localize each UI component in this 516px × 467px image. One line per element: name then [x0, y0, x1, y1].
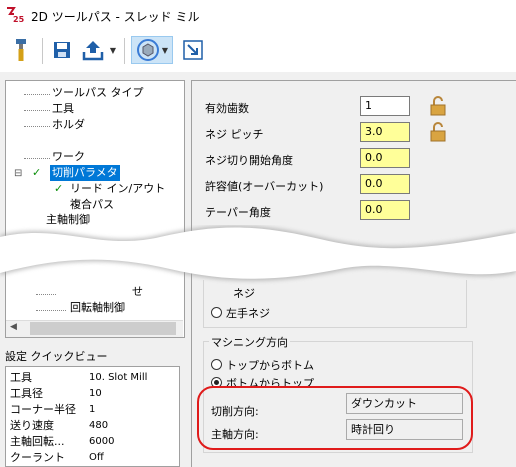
quick-view-value: 10 — [89, 388, 102, 399]
left-hand-label[interactable]: 左手ネジ — [226, 305, 270, 321]
quick-view-label: 工具 — [10, 371, 32, 384]
top-to-bottom-label[interactable]: トップからボトム — [226, 357, 314, 373]
toolbar-separator — [124, 38, 125, 64]
view-button[interactable]: ▼ — [131, 36, 173, 64]
lock-icon[interactable] — [430, 96, 446, 116]
quick-view-value: Off — [89, 452, 104, 463]
tolerance-field[interactable]: 0.0 — [360, 174, 410, 194]
top-to-bottom-radio[interactable] — [211, 359, 222, 370]
taper-angle-label: テーパー角度 — [205, 206, 271, 219]
toolbar-separator — [42, 38, 43, 64]
save-button[interactable] — [50, 36, 74, 64]
quick-view-label: コーナー半径 — [10, 403, 76, 416]
quick-view-value: 6000 — [89, 436, 115, 447]
tree-connector — [36, 310, 66, 311]
scroll-left-icon[interactable]: ◀ — [10, 322, 17, 332]
tree-item-lead-in-out[interactable]: リード イン/アウト — [70, 181, 165, 197]
left-hand-radio[interactable] — [211, 307, 222, 318]
quick-view-label: 送り速度 — [10, 419, 54, 432]
lock-icon[interactable] — [430, 122, 446, 142]
view-dropdown-chevron-icon[interactable]: ▼ — [162, 46, 168, 55]
tree-connector — [36, 294, 56, 295]
link-icon — [183, 40, 203, 60]
highlight-callout — [197, 386, 473, 450]
quick-view-value: 1 — [89, 404, 96, 415]
quick-view-value: 480 — [89, 420, 109, 431]
teeth-label: 有効歯数 — [205, 102, 249, 115]
toolbar: ▼ ▼ — [0, 30, 516, 72]
start-angle-field[interactable]: 0.0 — [360, 148, 410, 168]
tree-item-holder[interactable]: ホルダ — [52, 117, 85, 133]
quick-view-value: 10. Slot Mill — [89, 372, 148, 383]
tool-button[interactable] — [8, 36, 34, 64]
torn-edge-divider — [0, 225, 516, 281]
app-logo-text: 25 — [13, 15, 24, 23]
tree-item-cut-params[interactable]: 切削パラメタ — [50, 165, 120, 181]
tool-icon — [16, 39, 26, 61]
quick-view-title: 設定 クイックビュー — [5, 350, 108, 363]
tree-panel: ツールパス タイプ 工具 ホルダ ワーク ⊟ ✓ 切削パラメタ ✓ リード イン… — [5, 80, 185, 338]
tree-connector — [24, 126, 50, 127]
quick-view-panel: 工具 10. Slot Mill 工具径 10 コーナー半径 1 送り速度 48… — [5, 366, 180, 467]
machining-direction-title: マシニング方向 — [209, 334, 290, 350]
tree-item-workpiece[interactable]: ワーク — [52, 149, 85, 165]
thread-partial-label: ネジ — [233, 287, 255, 300]
teeth-field[interactable]: 1 — [360, 96, 410, 116]
app-logo-icon: 25 — [6, 6, 25, 24]
start-angle-label: ネジ切り開始角度 — [205, 154, 293, 167]
lead-in-out-check-icon: ✓ — [54, 182, 64, 195]
window-title: 2D ツールパス - スレッド ミル — [31, 10, 200, 24]
tree-item-toolpath-type[interactable]: ツールパス タイプ — [52, 85, 144, 101]
cut-params-check-icon: ✓ — [32, 166, 42, 179]
scrollbar-thumb[interactable] — [30, 322, 176, 335]
quick-view-label: 工具径 — [10, 387, 43, 400]
view-icon — [136, 39, 159, 61]
tree-item-rotary-axis[interactable]: 回転軸制御 — [70, 300, 125, 316]
title-bar: 25 2D ツールパス - スレッド ミル — [0, 0, 516, 30]
taper-angle-field[interactable]: 0.0 — [360, 200, 410, 220]
tree-connector — [24, 158, 50, 159]
pitch-field[interactable]: 3.0 — [360, 122, 410, 142]
quick-view-label: クーラント — [10, 451, 65, 464]
tolerance-label: 許容値(オーバーカット) — [205, 180, 324, 193]
save-icon — [54, 42, 70, 58]
tree-connector — [24, 94, 50, 95]
export-button[interactable] — [80, 36, 106, 64]
tree-item-multi-pass[interactable]: 複合パス — [70, 197, 114, 213]
tree-connector — [24, 110, 50, 111]
link-button[interactable] — [180, 36, 206, 64]
pitch-label: ネジ ピッチ — [205, 128, 264, 141]
tree-item-tool[interactable]: 工具 — [52, 101, 74, 117]
quick-view-label: 主軸回転... — [10, 435, 65, 448]
export-dropdown-chevron-icon[interactable]: ▼ — [108, 36, 118, 64]
tree-collapse-icon[interactable]: ⊟ — [14, 165, 22, 181]
export-icon — [82, 41, 104, 61]
